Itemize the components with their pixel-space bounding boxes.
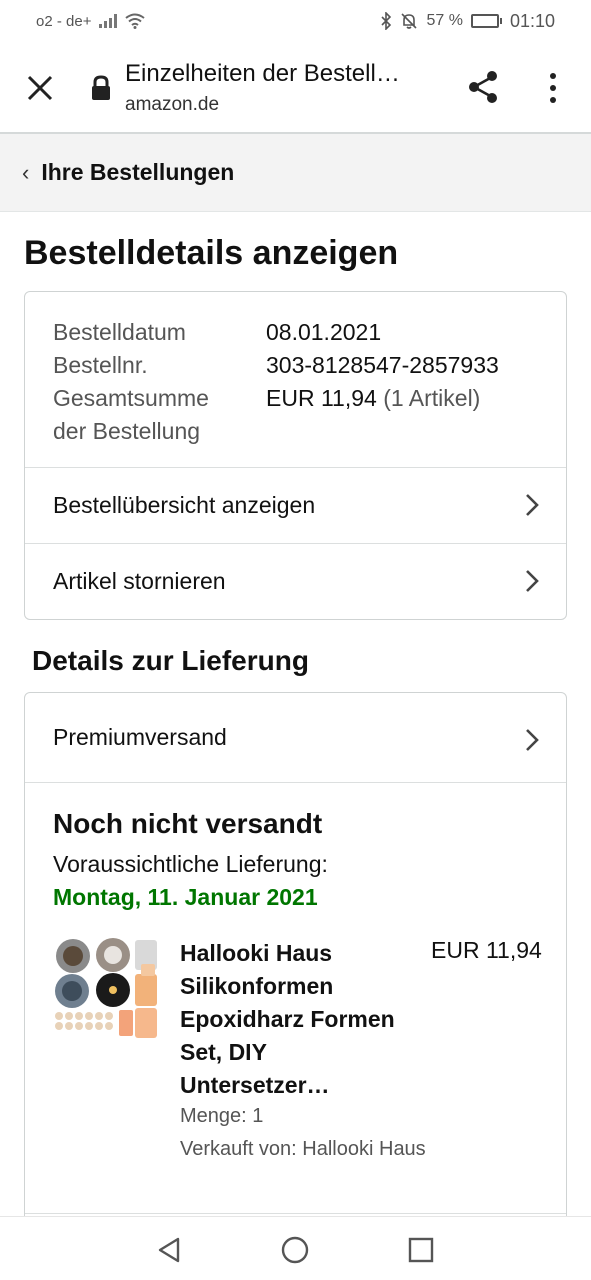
chevron-right-icon [526,570,539,592]
product-seller: Verkauft von: Hallooki Haus [180,1138,426,1160]
browser-toolbar: Einzelheiten der Bestell… amazon.de [0,42,591,134]
share-icon [469,71,497,103]
order-total-label-line1: Gesamtsumme [53,385,209,411]
cancel-items-link[interactable]: Artikel stornieren [25,543,566,619]
home-circle-icon [281,1236,309,1264]
order-info-card: Bestelldatum 08.01.2021 Bestellnr. 303-8… [24,291,567,620]
status-bar-right: 57 % 01:10 [380,11,555,32]
share-button[interactable] [462,66,504,108]
clock: 01:10 [509,10,555,31]
order-number-value: 303-8128547-2857933 [266,352,499,378]
back-triangle-icon [158,1237,180,1263]
more-options-button[interactable] [538,68,568,108]
chevron-right-icon [526,494,539,516]
product-price: EUR 11,94 [431,937,542,963]
chevron-left-icon: ‹ [22,159,30,185]
order-total-value: EUR 11,94 (1 Artikel) [266,382,480,448]
order-total-items: (1 Artikel) [383,385,481,411]
page-title: Bestelldetails anzeigen [24,234,399,272]
url-text[interactable]: amazon.de [125,94,219,116]
home-button[interactable] [278,1233,312,1267]
system-nav-bar [0,1216,591,1280]
back-button[interactable] [152,1233,186,1267]
page-tab-title: Einzelheiten der Bestell… [125,60,400,87]
shipping-method-label: Premiumversand [53,724,227,750]
eta-label: Voraussichtliche Lieferung: [53,851,328,877]
breadcrumb[interactable]: ‹ Ihre Bestellungen [0,134,591,212]
cancel-items-label: Artikel stornieren [53,568,226,594]
shipment-status: Noch nicht versandt [53,808,323,839]
product-name-link[interactable]: Hallooki Haus Silikonformen Epoxidharz F… [180,937,420,1102]
order-total-label-line2: der Bestellung [53,418,201,444]
order-total-label: Gesamtsumme der Bestellung [53,382,266,448]
lock-icon [92,75,110,100]
battery-icon [470,14,502,28]
order-total-row: Gesamtsumme der Bestellung EUR 11,94 (1 … [53,382,499,448]
close-icon [27,75,53,101]
delivery-section-title: Details zur Lieferung [32,645,309,676]
order-total-amount: EUR 11,94 [266,385,377,411]
status-bar-left: o2 - de+ [36,12,146,30]
delivery-card: Premiumversand Noch nicht versandt Vorau… [24,692,567,1252]
eta-date: Montag, 11. Januar 2021 [53,884,318,910]
order-date-row: Bestelldatum 08.01.2021 [53,316,499,349]
order-date-label: Bestelldatum [53,319,186,345]
product-image[interactable] [53,938,159,1042]
mute-icon [401,13,418,29]
wifi-icon [125,13,146,29]
order-number-label: Bestellnr. [53,352,148,378]
divider [25,1213,566,1214]
carrier-label: o2 - de+ [36,12,92,30]
product-quantity: Menge: 1 [180,1105,264,1127]
order-info: Bestelldatum 08.01.2021 Bestellnr. 303-8… [53,316,499,448]
battery-percent: 57 % [426,12,463,29]
signal-icon [99,14,118,28]
close-button[interactable] [20,68,60,108]
recents-square-icon [408,1237,434,1263]
bluetooth-icon [381,12,392,30]
order-summary-label: Bestellübersicht anzeigen [53,492,316,518]
order-date-value: 08.01.2021 [266,319,382,345]
shipping-method-link[interactable]: Premiumversand [25,693,566,783]
order-number-row: Bestellnr. 303-8128547-2857933 [53,349,499,382]
status-bar: o2 - de+ 57 % 01:10 [0,0,591,42]
order-summary-link[interactable]: Bestellübersicht anzeigen [25,467,566,543]
chevron-right-icon [526,729,539,751]
more-vert-icon [550,73,556,79]
recents-button[interactable] [404,1233,438,1267]
breadcrumb-label: Ihre Bestellungen [41,159,235,185]
